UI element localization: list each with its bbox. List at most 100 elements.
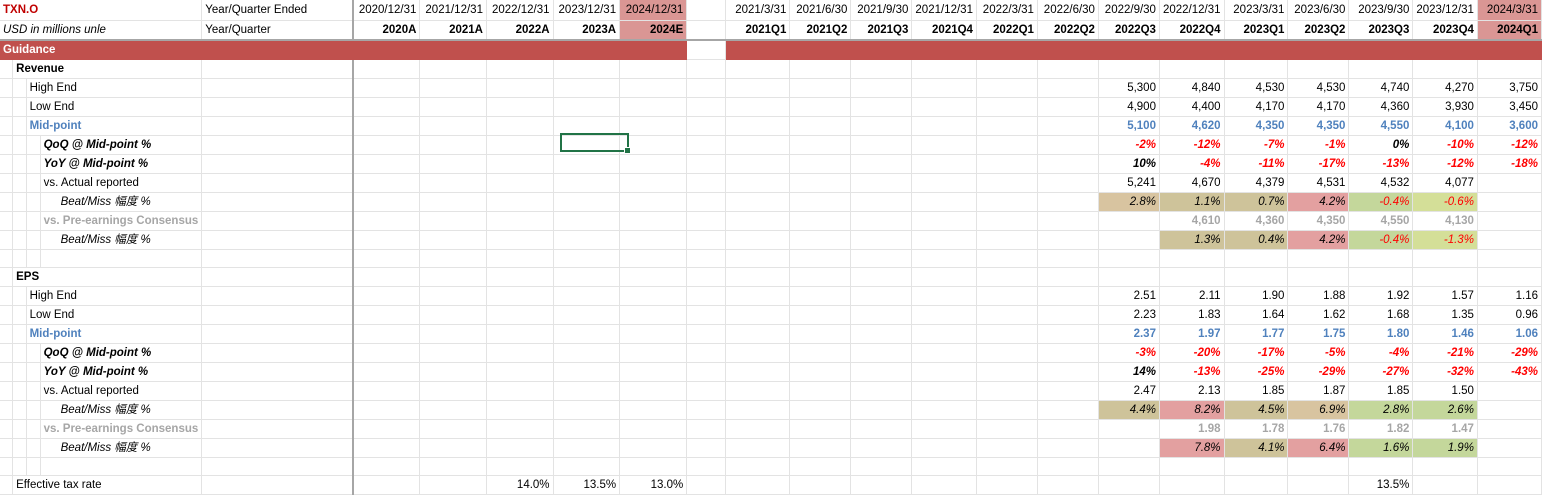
value-cell[interactable]: -4%	[1159, 154, 1225, 174]
value-cell[interactable]: 14.0%	[486, 475, 554, 495]
quarter-date-cell[interactable]: 2023/9/30	[1348, 0, 1414, 21]
period-row-label[interactable]: Year/Quarter Ended	[201, 0, 355, 21]
quarter-code-cell[interactable]: 2021Q3	[850, 20, 913, 41]
value-cell[interactable]: 0.4%	[1224, 230, 1289, 250]
value-cell[interactable]: -29%	[1287, 362, 1350, 382]
value-cell[interactable]: 2.8%	[1348, 400, 1414, 420]
value-cell[interactable]: 1.77	[1224, 324, 1289, 344]
value-cell[interactable]: -13%	[1159, 362, 1225, 382]
quarter-code-cell[interactable]: 2021Q2	[789, 20, 852, 41]
quarter-code-cell[interactable]: 2022Q4	[1159, 20, 1225, 41]
value-cell[interactable]: -29%	[1477, 343, 1542, 363]
value-cell[interactable]: 1.35	[1412, 305, 1478, 325]
value-cell[interactable]: 2.23	[1098, 305, 1160, 325]
value-cell[interactable]: 4,400	[1159, 97, 1225, 117]
band-cell[interactable]	[353, 40, 421, 60]
value-cell[interactable]: -18%	[1477, 154, 1542, 174]
value-cell[interactable]: 3,450	[1477, 97, 1542, 117]
annual-date-cell[interactable]: 2022/12/31	[486, 0, 554, 21]
value-cell[interactable]: -21%	[1412, 343, 1478, 363]
section-title-guidance[interactable]: Guidance	[0, 40, 203, 60]
value-cell[interactable]: 4,550	[1348, 211, 1414, 231]
value-cell[interactable]: 4,840	[1159, 78, 1225, 98]
value-cell[interactable]: 4,530	[1224, 78, 1289, 98]
quarter-date-cell[interactable]: 2023/12/31	[1412, 0, 1478, 21]
ticker-cell[interactable]: TXN.O	[0, 0, 203, 21]
value-cell[interactable]: -10%	[1412, 135, 1478, 155]
value-cell[interactable]: -43%	[1477, 362, 1542, 382]
row-label[interactable]: Beat/Miss 幅度 %	[40, 192, 203, 212]
value-cell[interactable]: 8.2%	[1159, 400, 1225, 420]
row-label[interactable]: YoY @ Mid-point %	[40, 362, 203, 382]
value-cell[interactable]: 1.68	[1348, 305, 1414, 325]
value-cell[interactable]: 1.76	[1287, 419, 1350, 439]
code-row-label[interactable]: Year/Quarter	[201, 20, 355, 41]
quarter-date-cell[interactable]: 2024/3/31	[1477, 0, 1542, 21]
value-cell[interactable]: -25%	[1224, 362, 1289, 382]
value-cell[interactable]: 0.7%	[1224, 192, 1289, 212]
quarter-code-cell[interactable]: 2022Q2	[1037, 20, 1099, 41]
quarter-code-cell[interactable]: 2021Q4	[911, 20, 977, 41]
value-cell[interactable]: 5,241	[1098, 173, 1160, 193]
row-label[interactable]: vs. Pre-earnings Consensus	[40, 419, 203, 439]
band-cell[interactable]	[976, 40, 1038, 60]
annual-code-cell[interactable]: 2022A	[486, 20, 554, 41]
value-cell[interactable]: 1.57	[1412, 286, 1478, 306]
annual-code-cell[interactable]: 2020A	[353, 20, 421, 41]
value-cell[interactable]: 4,170	[1287, 97, 1350, 117]
value-cell[interactable]: 4.2%	[1287, 230, 1350, 250]
value-cell[interactable]: -17%	[1287, 154, 1350, 174]
quarter-code-cell[interactable]: 2023Q2	[1287, 20, 1350, 41]
value-cell[interactable]: 1.97	[1159, 324, 1225, 344]
row-label[interactable]: Mid-point	[26, 324, 203, 344]
row-label[interactable]: vs. Actual reported	[40, 381, 203, 401]
quarter-date-cell[interactable]: 2022/6/30	[1037, 0, 1099, 21]
value-cell[interactable]: -1.3%	[1412, 230, 1478, 250]
quarter-date-cell[interactable]: 2021/9/30	[850, 0, 913, 21]
value-cell[interactable]: 2.47	[1098, 381, 1160, 401]
quarter-date-cell[interactable]: 2021/12/31	[911, 0, 977, 21]
value-cell[interactable]: 2.51	[1098, 286, 1160, 306]
row-label[interactable]: Mid-point	[26, 116, 203, 136]
value-cell[interactable]: 2.37	[1098, 324, 1160, 344]
value-cell[interactable]: 1.46	[1412, 324, 1478, 344]
value-cell[interactable]: 0%	[1348, 135, 1414, 155]
value-cell[interactable]: 4.2%	[1287, 192, 1350, 212]
value-cell[interactable]: 3,750	[1477, 78, 1542, 98]
quarter-date-cell[interactable]: 2023/3/31	[1224, 0, 1289, 21]
band-cell[interactable]	[1412, 40, 1478, 60]
row-label[interactable]: Beat/Miss 幅度 %	[40, 438, 203, 458]
value-cell[interactable]: 4,170	[1224, 97, 1289, 117]
value-cell[interactable]: 4,360	[1348, 97, 1414, 117]
value-cell[interactable]: -7%	[1224, 135, 1289, 155]
value-cell[interactable]: -17%	[1224, 343, 1289, 363]
blank-cell[interactable]	[686, 20, 727, 41]
value-cell[interactable]: -0.4%	[1348, 230, 1414, 250]
value-cell[interactable]: 4,270	[1412, 78, 1478, 98]
value-cell[interactable]: 4,360	[1224, 211, 1289, 231]
value-cell[interactable]: -12%	[1477, 135, 1542, 155]
row-label[interactable]: High End	[26, 286, 203, 306]
value-cell[interactable]: 4.4%	[1098, 400, 1160, 420]
annual-code-cell[interactable]: 2024E	[619, 20, 688, 41]
value-cell[interactable]: -0.4%	[1348, 192, 1414, 212]
row-label[interactable]: Low End	[26, 97, 203, 117]
value-cell[interactable]: 3,930	[1412, 97, 1478, 117]
value-cell[interactable]: 13.5%	[1348, 475, 1414, 495]
value-cell[interactable]: 1.47	[1412, 419, 1478, 439]
band-cell[interactable]	[1037, 40, 1099, 60]
value-cell[interactable]: 13.5%	[553, 475, 621, 495]
value-cell[interactable]: 2.13	[1159, 381, 1225, 401]
row-label[interactable]: Low End	[26, 305, 203, 325]
value-cell[interactable]: 1.85	[1224, 381, 1289, 401]
annual-date-cell[interactable]: 2024/12/31	[619, 0, 688, 21]
value-cell[interactable]: -12%	[1159, 135, 1225, 155]
value-cell[interactable]: 4,350	[1287, 211, 1350, 231]
row-label[interactable]: QoQ @ Mid-point %	[40, 343, 203, 363]
value-cell[interactable]: 1.1%	[1159, 192, 1225, 212]
value-cell[interactable]: 4,670	[1159, 173, 1225, 193]
value-cell[interactable]: 4,379	[1224, 173, 1289, 193]
value-cell[interactable]: 1.83	[1159, 305, 1225, 325]
band-cell[interactable]	[789, 40, 852, 60]
value-cell[interactable]: 1.80	[1348, 324, 1414, 344]
